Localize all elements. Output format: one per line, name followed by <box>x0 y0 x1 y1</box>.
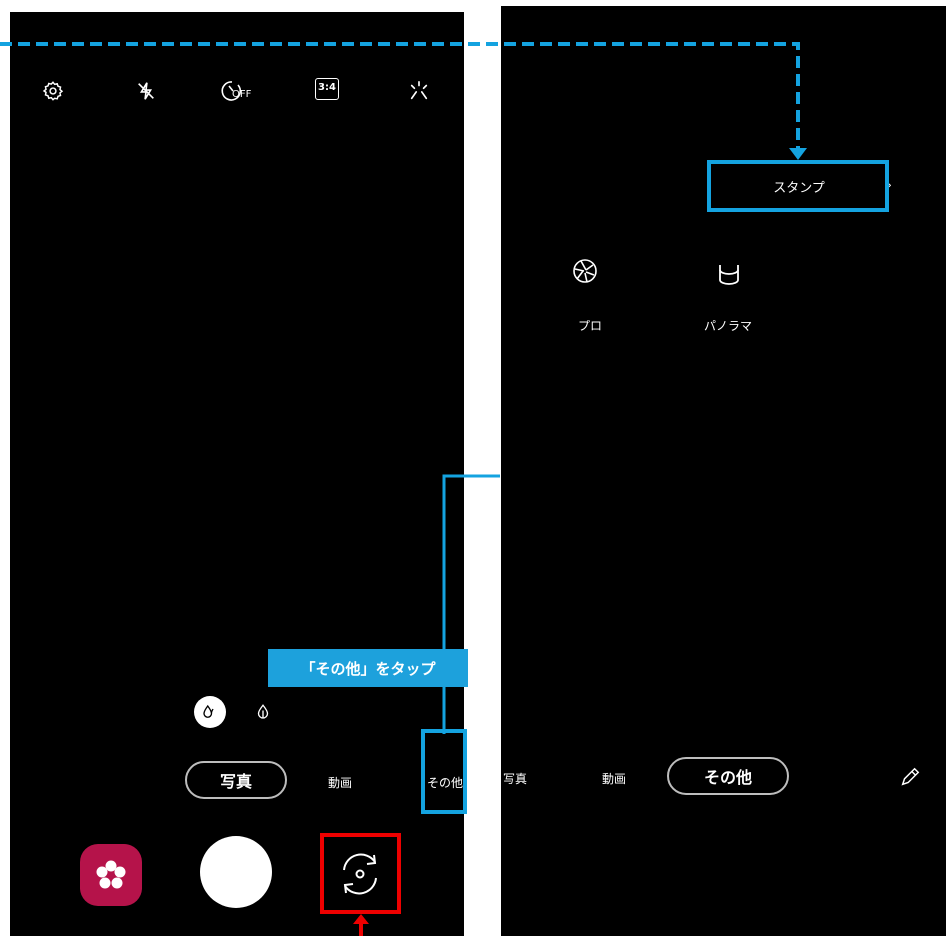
annotation-callout: 「その他」をタップ <box>268 649 468 687</box>
highlight-switch-camera <box>320 833 401 914</box>
highlight-more-tab <box>421 729 467 814</box>
highlight-stamp <box>707 160 889 212</box>
annotation-overlay <box>0 42 807 936</box>
